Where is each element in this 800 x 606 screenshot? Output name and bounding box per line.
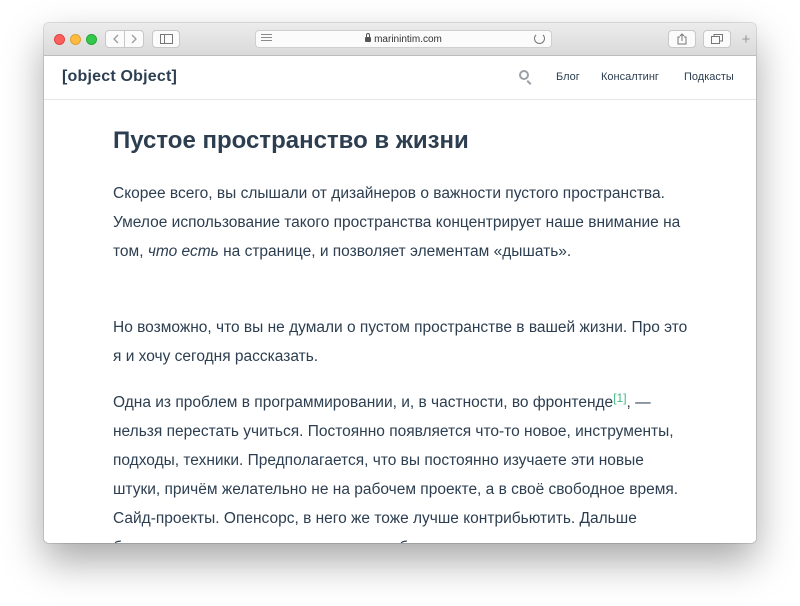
web-page: [object Object] Блог Консалтинг Подкасты… <box>44 56 756 543</box>
share-icon <box>677 33 687 45</box>
tab-overview-button[interactable] <box>703 30 731 48</box>
history-nav <box>105 30 145 48</box>
browser-toolbar: marinintim.com + <box>44 23 756 56</box>
new-tab-button[interactable]: + <box>738 31 754 49</box>
back-button[interactable] <box>105 30 125 48</box>
paragraph-1: Скорее всего, вы слышали от дизайнеров о… <box>113 185 681 260</box>
chevron-right-icon <box>131 34 137 44</box>
chevron-left-icon <box>112 34 118 44</box>
sidebar-toggle-button[interactable] <box>152 30 180 48</box>
nav-link-blog[interactable]: Блог <box>556 71 580 83</box>
close-window-button[interactable] <box>54 34 65 45</box>
footnote-link[interactable]: [1] <box>613 391 626 405</box>
lock-icon <box>365 33 372 42</box>
paragraph-2: Но возможно, что вы не думали о пустом п… <box>113 319 688 365</box>
paragraph-3: Одна из проблем в программировании, и, в… <box>113 391 679 543</box>
nav-link-consulting[interactable]: Консалтинг <box>601 71 659 83</box>
address-bar[interactable]: marinintim.com <box>255 30 552 48</box>
address-text: marinintim.com <box>374 34 442 45</box>
site-header: [object Object] Блог Консалтинг Подкасты <box>44 56 756 100</box>
search-icon[interactable] <box>519 70 529 80</box>
sidebar-icon <box>159 34 173 44</box>
forward-button[interactable] <box>124 30 144 48</box>
nav-link-podcasts[interactable]: Подкасты <box>684 71 734 83</box>
reload-icon[interactable] <box>534 33 545 44</box>
tabs-icon <box>711 34 723 44</box>
site-logo[interactable]: [object Object] <box>62 68 177 86</box>
zoom-window-button[interactable] <box>86 34 97 45</box>
article-title: Пустое пространство в жизни <box>113 127 469 154</box>
minimize-window-button[interactable] <box>70 34 81 45</box>
browser-window: marinintim.com + [object Object] Блог Ко… <box>44 23 756 543</box>
share-button[interactable] <box>668 30 696 48</box>
article: Пустое пространство в жизни Скорее всего… <box>113 126 693 543</box>
